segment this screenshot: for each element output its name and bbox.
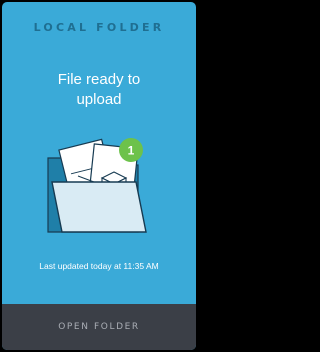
notification-badge: 1 xyxy=(119,138,143,162)
folder-icon xyxy=(51,181,147,233)
status-message: File ready to upload xyxy=(2,70,196,110)
open-folder-button[interactable]: OPEN FOLDER xyxy=(2,304,196,350)
status-line-2: upload xyxy=(76,91,122,108)
card-title: LOCAL FOLDER xyxy=(33,21,165,34)
badge-count: 1 xyxy=(128,144,135,158)
last-updated-text: Last updated today at 11:35 AM xyxy=(39,261,159,271)
folder-illustration: 1 xyxy=(47,138,147,233)
open-folder-label: OPEN FOLDER xyxy=(58,322,140,332)
status-line-1: File ready to xyxy=(57,71,141,88)
local-folder-card: LOCAL FOLDER File ready to upload 1 Last… xyxy=(2,2,196,350)
